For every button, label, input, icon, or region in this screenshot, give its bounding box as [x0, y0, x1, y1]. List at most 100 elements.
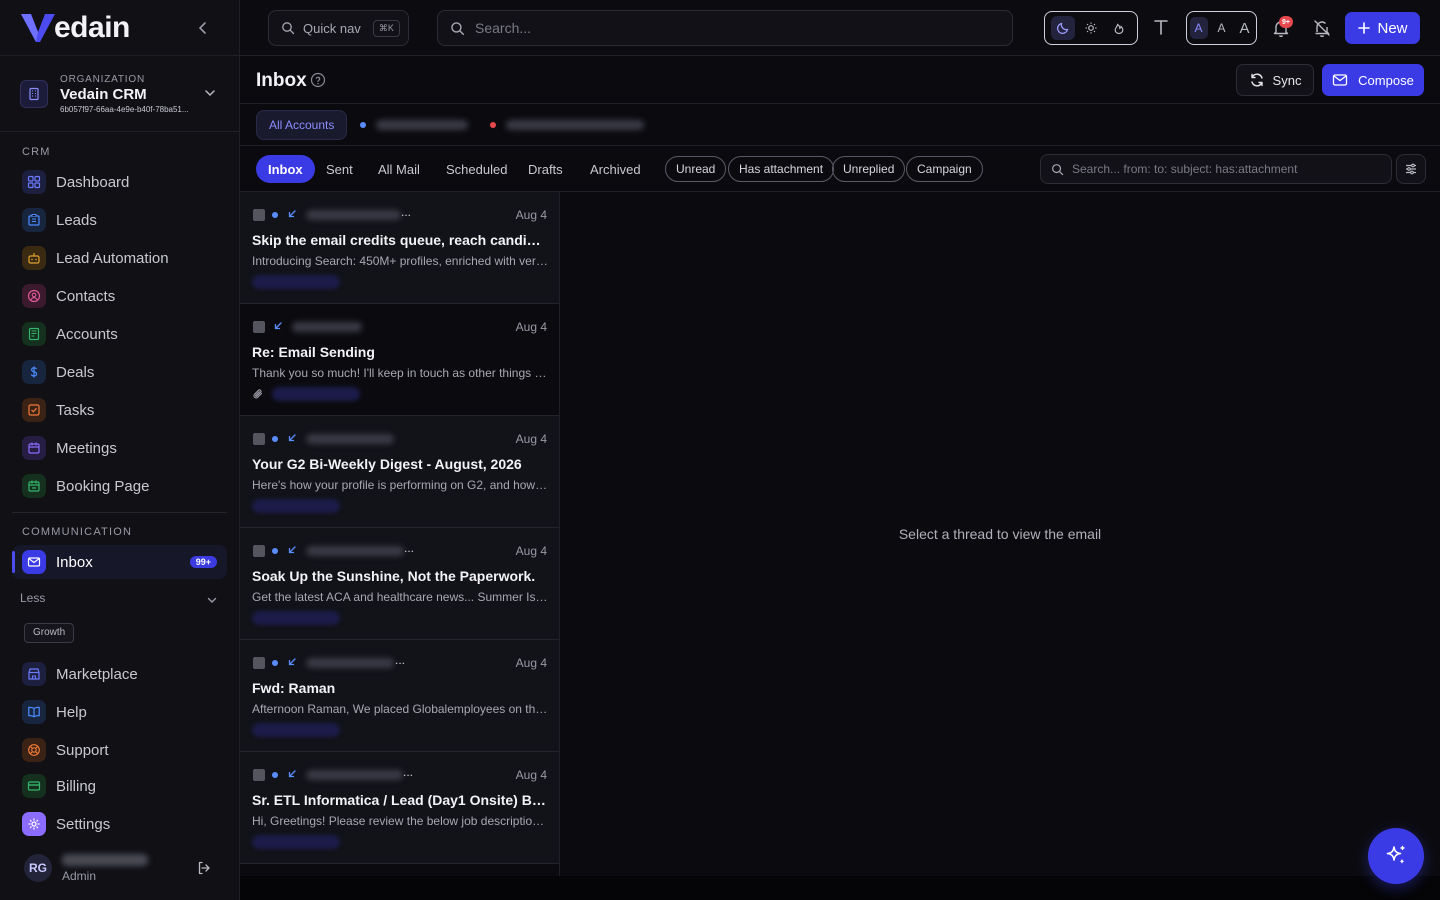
tab-drafts[interactable]: Drafts [516, 155, 575, 183]
moon-icon[interactable] [1051, 16, 1075, 40]
sidebar-item-leads[interactable]: Leads [12, 203, 227, 237]
help-circle-icon[interactable] [310, 72, 326, 88]
compose-button[interactable]: Compose [1322, 64, 1424, 96]
gear-icon [22, 812, 46, 836]
sparkles-icon [1386, 845, 1405, 865]
thread-item[interactable]: ... Aug 4 Fwd: Raman Afternoon Raman, We… [240, 640, 559, 752]
quick-nav-button[interactable]: Quick nav ⌘K [268, 10, 409, 46]
account-tab-2[interactable] [490, 119, 644, 131]
filter-unread[interactable]: Unread [665, 156, 727, 182]
sun-icon[interactable] [1079, 16, 1103, 40]
sender-redacted [306, 658, 394, 668]
avatar: RG [24, 854, 52, 882]
sidebar-item-settings[interactable]: Settings [12, 807, 227, 841]
bell-off-icon[interactable] [1312, 18, 1332, 38]
filter-campaign[interactable]: Campaign [906, 156, 983, 182]
topbar: Quick nav ⌘K A A A 9+ New [240, 0, 1440, 56]
thread-checkbox[interactable] [253, 321, 265, 333]
thread-search[interactable] [1040, 154, 1392, 184]
account-email-redacted [506, 120, 644, 130]
global-search[interactable] [437, 10, 1013, 46]
thread-checkbox[interactable] [253, 769, 265, 781]
unread-dot [272, 772, 278, 778]
theme-switcher [1044, 11, 1138, 45]
sidebar-item-contacts[interactable]: Contacts [12, 279, 227, 313]
tab-sent[interactable]: Sent [314, 155, 365, 183]
sidebar-item-booking-page[interactable]: Booking Page [12, 469, 227, 503]
thread-date: Aug 4 [515, 320, 547, 334]
tab-scheduled[interactable]: Scheduled [434, 155, 519, 183]
sidebar-item-dashboard[interactable]: Dashboard [12, 165, 227, 199]
thread-checkbox[interactable] [253, 433, 265, 445]
sidebar-item-label: Leads [56, 211, 97, 229]
thread-checkbox[interactable] [253, 209, 265, 221]
sidebar-item-accounts[interactable]: Accounts [12, 317, 227, 351]
unread-dot [272, 660, 278, 666]
less-toggle[interactable]: Less [20, 591, 220, 611]
thread-preview: Introducing Search: 450M+ profiles, enri… [252, 254, 548, 268]
tab-inbox[interactable]: Inbox [256, 155, 315, 183]
sidebar-item-meetings[interactable]: Meetings [12, 431, 227, 465]
arrow-down-left-icon [288, 770, 296, 778]
thread-checkbox[interactable] [253, 657, 265, 669]
text-icon[interactable] [1151, 17, 1171, 37]
sidebar-item-label: Inbox [56, 553, 93, 571]
sync-button[interactable]: Sync [1236, 64, 1314, 96]
thread-subject: Your G2 Bi-Weekly Digest - August, 2026 [252, 456, 522, 472]
advanced-filter-button[interactable] [1396, 154, 1426, 184]
thread-item[interactable]: ... Aug 4 Sr. ETL Informatica / Lead (Da… [240, 752, 559, 864]
font-size-small[interactable]: A [1189, 17, 1208, 39]
thread-date: Aug 4 [515, 544, 547, 558]
sidebar-item-billing[interactable]: Billing [12, 769, 227, 803]
accounts-icon [22, 322, 46, 346]
organization-switcher[interactable]: ORGANIZATION Vedain CRM 6b057f97-66aa-4e… [0, 56, 239, 132]
sidebar-item-label: Booking Page [56, 477, 150, 495]
sidebar-item-lead-automation[interactable]: Lead Automation [12, 241, 227, 275]
mail-icon [22, 550, 46, 574]
building-icon [22, 208, 46, 232]
thread-item[interactable]: ... Aug 4 Soak Up the Sunshine, Not the … [240, 528, 559, 640]
font-size-large[interactable]: A [1236, 17, 1254, 39]
ai-assistant-button[interactable] [1368, 828, 1424, 884]
flame-icon[interactable] [1107, 16, 1131, 40]
sidebar-item-marketplace[interactable]: Marketplace [12, 657, 227, 691]
global-search-input[interactable] [475, 20, 975, 36]
all-accounts-tab[interactable]: All Accounts [256, 110, 348, 140]
sidebar-item-support[interactable]: Support [12, 733, 227, 767]
quick-nav-shortcut: ⌘K [372, 19, 400, 37]
thread-item[interactable]: Aug 4 Re: Email Sending Thank you so muc… [240, 304, 559, 416]
thread-date: Aug 4 [515, 208, 547, 222]
thread-item[interactable]: ... Aug 4 Skip the email credits queue, … [240, 192, 559, 304]
sidebar-item-label: Meetings [56, 439, 117, 457]
sidebar-item-help[interactable]: Help [12, 695, 227, 729]
collapse-sidebar-icon[interactable] [193, 18, 213, 38]
brand-name: edain [54, 10, 130, 44]
account-tab-1[interactable] [360, 119, 468, 131]
logout-icon[interactable] [196, 860, 212, 876]
tab-all-mail[interactable]: All Mail [366, 155, 432, 183]
new-button[interactable]: New [1345, 12, 1420, 44]
organization-label: ORGANIZATION [60, 73, 145, 85]
filter-has-attachment[interactable]: Has attachment [728, 156, 835, 182]
search-icon [451, 21, 465, 35]
sender-ellipsis: ... [401, 205, 412, 219]
filter-unreplied[interactable]: Unreplied [832, 156, 906, 182]
arrow-down-left-icon [288, 434, 296, 442]
lifebuoy-icon [22, 738, 46, 762]
thread-search-input[interactable] [1072, 162, 1382, 176]
user-profile[interactable]: RG Admin [24, 852, 224, 886]
thread-tag-redacted [252, 835, 340, 849]
sidebar-item-inbox[interactable]: Inbox 99+ [12, 545, 227, 579]
tab-archived[interactable]: Archived [578, 155, 653, 183]
new-button-label: New [1377, 19, 1408, 37]
thread-tag-redacted [272, 387, 360, 401]
account-color-dot [490, 122, 496, 128]
sidebar-item-tasks[interactable]: Tasks [12, 393, 227, 427]
book-icon [22, 700, 46, 724]
thread-checkbox[interactable] [253, 545, 265, 557]
thread-item[interactable]: Aug 4 Your G2 Bi-Weekly Digest - August,… [240, 416, 559, 528]
sidebar-item-label: Contacts [56, 287, 116, 305]
empty-state-message: Select a thread to view the email [898, 526, 1102, 542]
font-size-medium[interactable]: A [1213, 17, 1231, 39]
sidebar-item-deals[interactable]: Deals [12, 355, 227, 389]
